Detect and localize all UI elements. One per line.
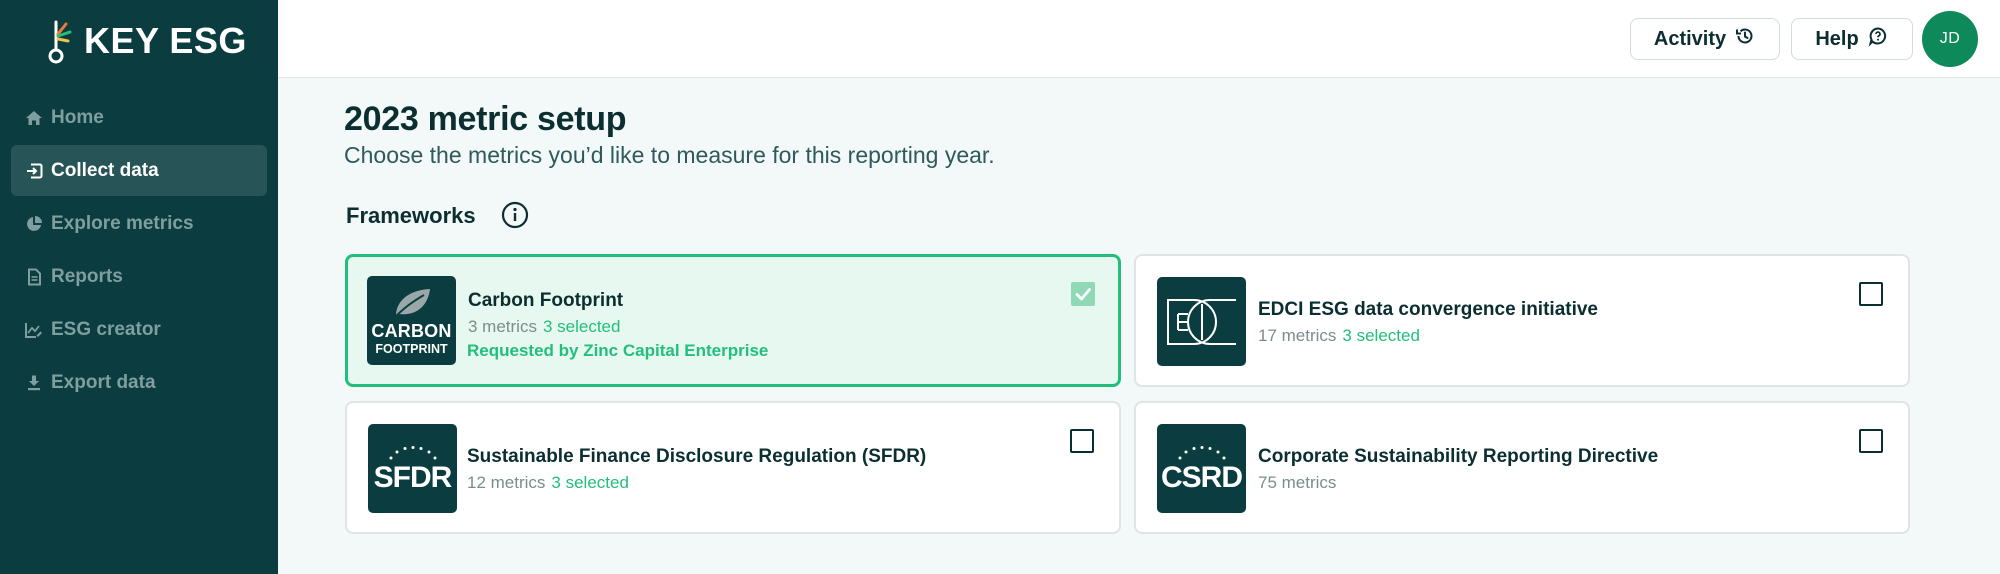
help-label: Help xyxy=(1815,27,1859,50)
sfdr-logo-text: SFDR xyxy=(373,460,453,494)
chart-edit-icon xyxy=(24,320,44,340)
leaf-icon xyxy=(392,288,430,319)
help-chat-icon xyxy=(1867,25,1889,53)
framework-name: Corporate Sustainability Reporting Direc… xyxy=(1258,446,1659,467)
frameworks-heading: Frameworks xyxy=(346,203,476,228)
sidebar-item-esg-creator[interactable]: ESG creator xyxy=(11,304,267,355)
framework-card-sfdr[interactable]: SFDR Sustainable Finance Disclosure Regu… xyxy=(345,401,1121,534)
metrics-count: 12 metrics xyxy=(467,473,546,492)
eu-stars-icon xyxy=(1178,445,1225,459)
pie-chart-icon xyxy=(24,214,44,234)
eu-stars-icon xyxy=(389,445,436,459)
sidebar-nav: Home Collect data Explore metrics Report… xyxy=(11,92,267,410)
import-icon xyxy=(24,161,44,181)
info-icon[interactable] xyxy=(501,201,529,234)
framework-name: Sustainable Finance Disclosure Regulatio… xyxy=(467,446,927,467)
sidebar-item-explore-metrics[interactable]: Explore metrics xyxy=(11,198,267,249)
framework-meta: 17 metrics 3 selected xyxy=(1258,326,1420,346)
logo-text: KEY ESG xyxy=(84,20,247,61)
sidebar-item-collect-data[interactable]: Collect data xyxy=(11,145,267,196)
sidebar-item-label: Collect data xyxy=(51,159,159,181)
page-title: 2023 metric setup xyxy=(344,100,627,138)
selected-count: 3 selected xyxy=(551,473,629,492)
csrd-logo-text: CSRD xyxy=(1160,460,1243,494)
framework-checkbox[interactable] xyxy=(1070,429,1094,453)
avatar[interactable]: JD xyxy=(1922,11,1978,67)
metrics-count: 17 metrics xyxy=(1258,326,1337,345)
framework-checkbox[interactable] xyxy=(1859,429,1883,453)
sidebar-item-label: Reports xyxy=(51,265,123,287)
download-icon xyxy=(24,373,44,393)
check-icon xyxy=(1075,288,1091,301)
requested-by-text: Requested by Zinc Capital Enterprise xyxy=(467,341,769,360)
activity-button[interactable]: Activity xyxy=(1630,18,1780,60)
sfdr-logo: SFDR xyxy=(368,424,457,513)
carbon-logo-line2: FOOTPRINT xyxy=(375,341,448,356)
sidebar: KEY ESG Home Collect data Explore metric… xyxy=(0,0,278,574)
home-icon xyxy=(24,108,44,128)
carbon-footprint-logo: CARBON FOOTPRINT xyxy=(367,276,456,365)
framework-card-edci[interactable]: EDCI ESG data convergence initiative 17 … xyxy=(1134,254,1910,387)
sidebar-item-label: Explore metrics xyxy=(51,212,194,234)
framework-meta: 3 metrics 3 selected xyxy=(468,317,620,337)
top-bar: Activity Help JD xyxy=(278,0,2000,78)
sidebar-item-home[interactable]: Home xyxy=(11,92,267,143)
framework-name: Carbon Footprint xyxy=(468,290,624,311)
key-logo-icon xyxy=(44,18,76,64)
carbon-logo-line1: CARBON xyxy=(371,320,452,341)
sidebar-item-export-data[interactable]: Export data xyxy=(11,357,267,408)
framework-meta: 12 metrics 3 selected xyxy=(467,473,629,493)
selected-count: 3 selected xyxy=(1342,326,1420,345)
document-icon xyxy=(24,267,44,287)
page-subtitle: Choose the metrics you’d like to measure… xyxy=(344,142,995,168)
metrics-count: 3 metrics xyxy=(468,317,537,336)
framework-card-csrd[interactable]: CSRD Corporate Sustainability Reporting … xyxy=(1134,401,1910,534)
logo[interactable]: KEY ESG xyxy=(44,18,247,64)
sidebar-item-label: ESG creator xyxy=(51,318,161,340)
selected-count: 3 selected xyxy=(542,317,621,336)
sidebar-item-label: Export data xyxy=(51,371,156,393)
framework-card-carbon-footprint[interactable]: CARBON FOOTPRINT Carbon Footprint 3 metr… xyxy=(345,254,1121,387)
framework-checkbox[interactable] xyxy=(1859,282,1883,306)
csrd-logo: CSRD xyxy=(1157,424,1246,513)
history-icon xyxy=(1734,25,1756,53)
framework-meta: 75 metrics xyxy=(1258,473,1336,493)
framework-name: EDCI ESG data convergence initiative xyxy=(1258,299,1598,320)
help-button[interactable]: Help xyxy=(1791,18,1913,60)
edci-logo xyxy=(1157,277,1246,366)
metrics-count: 75 metrics xyxy=(1258,473,1337,492)
framework-checkbox[interactable] xyxy=(1071,282,1095,306)
activity-label: Activity xyxy=(1653,27,1727,50)
sidebar-item-label: Home xyxy=(51,106,104,128)
sidebar-item-reports[interactable]: Reports xyxy=(11,251,267,302)
edci-logo-mark xyxy=(1166,298,1236,345)
